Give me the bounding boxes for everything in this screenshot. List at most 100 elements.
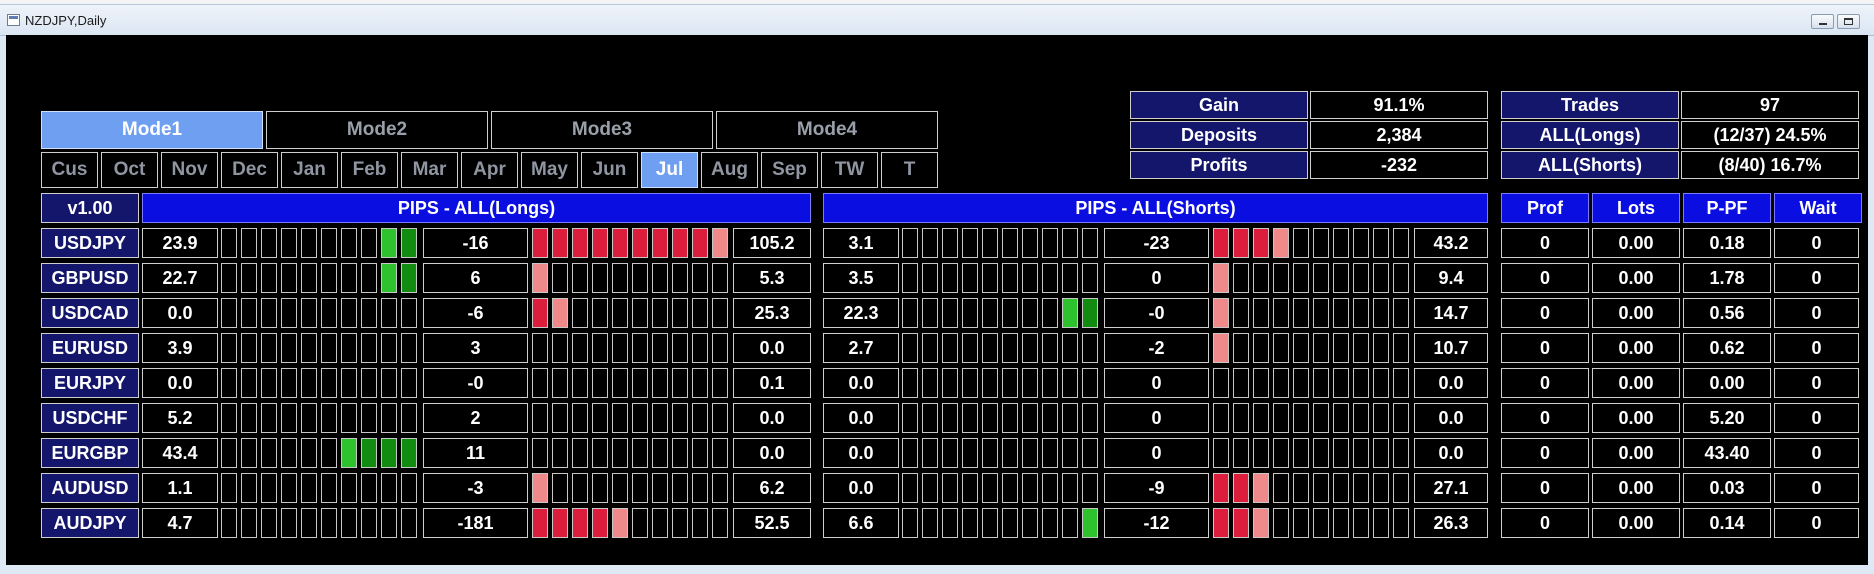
- short-pips-eurusd: -2: [1104, 333, 1209, 363]
- month-button-sep[interactable]: Sep: [761, 152, 818, 188]
- symbol-eurjpy[interactable]: EURJPY: [41, 368, 139, 398]
- symbol-gbpusd[interactable]: GBPUSD: [41, 263, 139, 293]
- ppf-audusd: 0.03: [1683, 473, 1771, 503]
- month-button-jul[interactable]: Jul: [641, 152, 698, 188]
- short-total-audjpy: 26.3: [1414, 508, 1488, 538]
- symbol-usdjpy[interactable]: USDJPY: [41, 228, 139, 258]
- short-green-bar: [962, 438, 978, 468]
- long-red-bar: [632, 298, 648, 328]
- mode-tab-4[interactable]: Mode4: [716, 111, 938, 149]
- long-green-bar: [301, 438, 317, 468]
- minimize-button[interactable]: [1811, 14, 1834, 29]
- long-pips-audjpy: -181: [423, 508, 528, 538]
- short-green-bar: [1062, 368, 1078, 398]
- long-red-bar: [552, 473, 568, 503]
- short-red-bar: [1233, 473, 1249, 503]
- long-green-bar: [281, 333, 297, 363]
- month-button-oct[interactable]: Oct: [101, 152, 158, 188]
- month-button-t[interactable]: T: [881, 152, 938, 188]
- long-total-eurgbp: 0.0: [733, 438, 811, 468]
- long-red-bar: [552, 298, 568, 328]
- short-red-bar: [1393, 473, 1409, 503]
- prof-gbpusd: 0: [1501, 263, 1589, 293]
- month-button-jun[interactable]: Jun: [581, 152, 638, 188]
- long-green-bar: [341, 333, 357, 363]
- mode-tab-2[interactable]: Mode2: [266, 111, 488, 149]
- long-green-bar: [401, 473, 417, 503]
- short-green-bar: [982, 333, 998, 363]
- short-red-bar: [1393, 368, 1409, 398]
- month-button-jan[interactable]: Jan: [281, 152, 338, 188]
- mode-tab-1[interactable]: Mode1: [41, 111, 263, 149]
- short-red-bar: [1213, 298, 1229, 328]
- month-button-mar[interactable]: Mar: [401, 152, 458, 188]
- short-green-bar: [902, 298, 918, 328]
- ppf-usdchf: 5.20: [1683, 403, 1771, 433]
- symbol-eurgbp[interactable]: EURGBP: [41, 438, 139, 468]
- ppf-gbpusd: 1.78: [1683, 263, 1771, 293]
- short-red-bar: [1333, 438, 1349, 468]
- long-red-bar: [592, 473, 608, 503]
- short-red-bar: [1273, 263, 1289, 293]
- short-pips-usdchf: 0: [1104, 403, 1209, 433]
- symbol-usdcad[interactable]: USDCAD: [41, 298, 139, 328]
- long-green-bar: [261, 298, 277, 328]
- long-red-bar: [652, 333, 668, 363]
- short-red-bar: [1353, 228, 1369, 258]
- ppf-eurgbp: 43.40: [1683, 438, 1771, 468]
- long-green-bar: [261, 438, 277, 468]
- short-green-bar: [1082, 298, 1098, 328]
- short-red-bar: [1313, 263, 1329, 293]
- short-green-bar: [1002, 508, 1018, 538]
- long-red-bar: [672, 438, 688, 468]
- long-red-bar: [712, 263, 728, 293]
- month-button-feb[interactable]: Feb: [341, 152, 398, 188]
- month-button-apr[interactable]: Apr: [461, 152, 518, 188]
- long-green-bar: [321, 508, 337, 538]
- long-green-bar: [221, 508, 237, 538]
- long-green-bar: [301, 298, 317, 328]
- short-red-bar: [1373, 508, 1389, 538]
- long-red-bar: [632, 438, 648, 468]
- symbol-audjpy[interactable]: AUDJPY: [41, 508, 139, 538]
- long-value-usdchf: 5.2: [142, 403, 218, 433]
- short-red-bar: [1253, 473, 1269, 503]
- short-red-bar: [1333, 228, 1349, 258]
- long-red-bar: [632, 508, 648, 538]
- prof-usdcad: 0: [1501, 298, 1589, 328]
- short-green-bar: [1062, 228, 1078, 258]
- short-red-bar: [1233, 368, 1249, 398]
- header-wait: Wait: [1774, 193, 1862, 223]
- short-total-eurgbp: 0.0: [1414, 438, 1488, 468]
- lots-usdcad: 0.00: [1592, 298, 1680, 328]
- short-red-bar: [1273, 298, 1289, 328]
- month-button-tw[interactable]: TW: [821, 152, 878, 188]
- long-green-bar: [261, 473, 277, 503]
- month-button-aug[interactable]: Aug: [701, 152, 758, 188]
- month-button-may[interactable]: May: [521, 152, 578, 188]
- long-green-bar: [401, 263, 417, 293]
- symbol-usdchf[interactable]: USDCHF: [41, 403, 139, 433]
- long-green-bar: [221, 438, 237, 468]
- long-red-bar: [572, 438, 588, 468]
- short-red-bar: [1213, 508, 1229, 538]
- month-button-nov[interactable]: Nov: [161, 152, 218, 188]
- mode-tab-3[interactable]: Mode3: [491, 111, 713, 149]
- short-green-bar: [1002, 438, 1018, 468]
- short-green-bar: [942, 473, 958, 503]
- month-button-cus[interactable]: Cus: [41, 152, 98, 188]
- long-green-bar: [301, 228, 317, 258]
- symbol-eurusd[interactable]: EURUSD: [41, 333, 139, 363]
- short-red-bar: [1353, 368, 1369, 398]
- long-green-bar: [241, 298, 257, 328]
- long-green-bar: [281, 228, 297, 258]
- short-green-bar: [902, 263, 918, 293]
- long-green-bar: [341, 368, 357, 398]
- long-green-bar: [241, 473, 257, 503]
- symbol-audusd[interactable]: AUDUSD: [41, 473, 139, 503]
- restore-button[interactable]: [1837, 14, 1860, 29]
- long-red-bar: [592, 263, 608, 293]
- month-button-dec[interactable]: Dec: [221, 152, 278, 188]
- short-red-bar: [1393, 508, 1409, 538]
- long-green-bar: [221, 228, 237, 258]
